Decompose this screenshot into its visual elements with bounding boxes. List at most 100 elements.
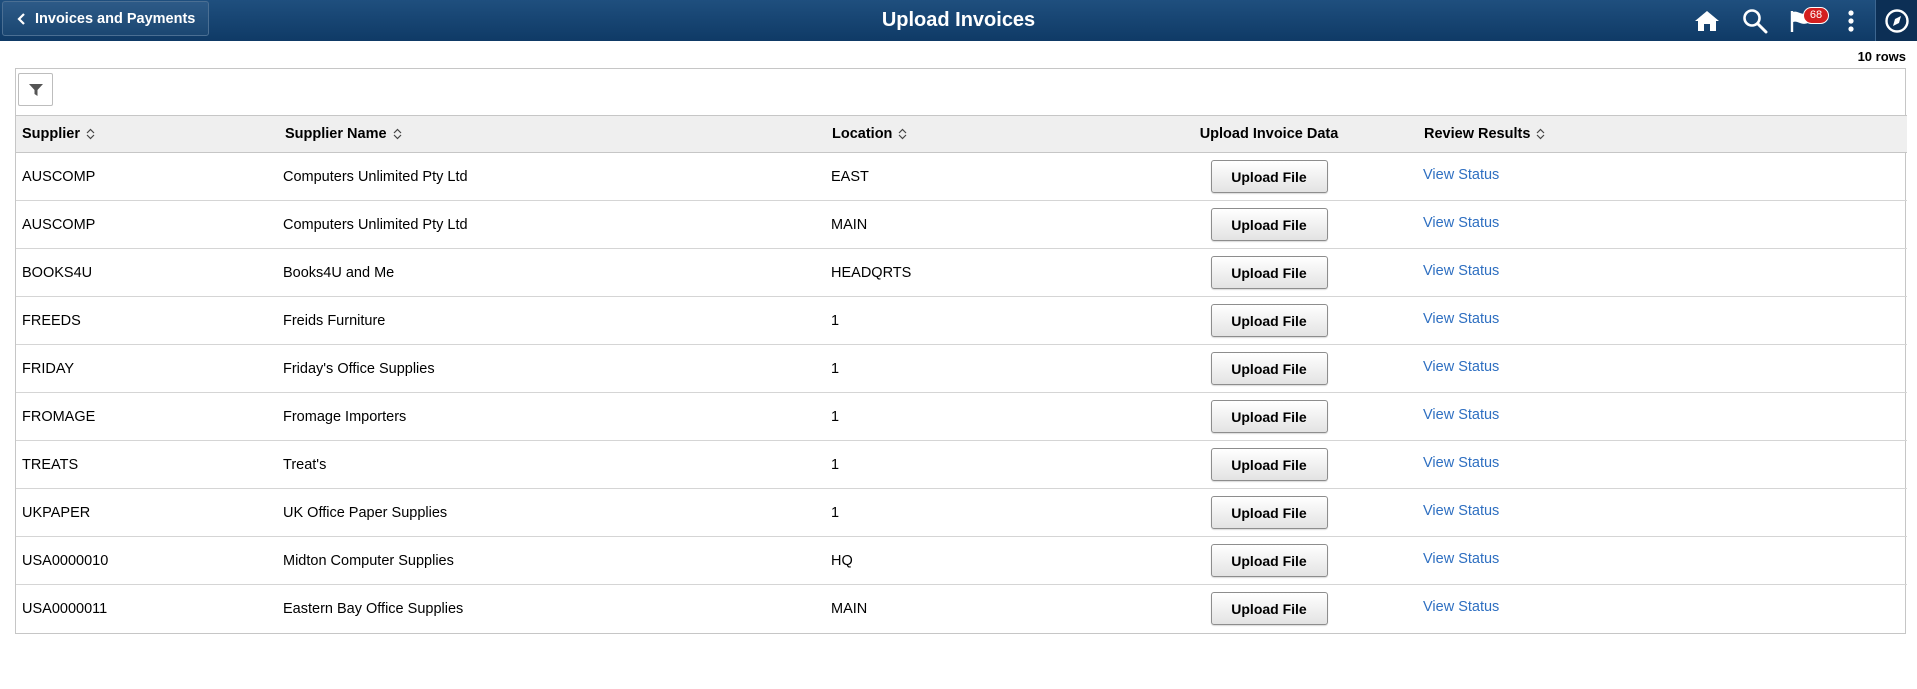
view-status-link[interactable]: View Status xyxy=(1423,455,1499,471)
table-header-row: Supplier Supplier Name Location Upload I… xyxy=(16,115,1907,153)
supplier-name-cell: Fromage Importers xyxy=(283,408,407,425)
column-header-label: Review Results xyxy=(1424,126,1531,142)
table-row: FREEDS Freids Furniture 1 Upload File Vi… xyxy=(16,297,1907,345)
actions-menu-button[interactable] xyxy=(1843,7,1859,35)
supplier-name-cell: Books4U and Me xyxy=(283,264,395,281)
supplier-name-cell: Computers Unlimited Pty Ltd xyxy=(283,168,468,185)
column-header-review-results[interactable]: Review Results xyxy=(1412,115,1907,153)
sort-icon xyxy=(1536,128,1545,140)
review-cell: View Status xyxy=(1412,297,1907,345)
view-status-link[interactable]: View Status xyxy=(1423,407,1499,423)
supplier-cell: UKPAPER xyxy=(22,504,91,521)
view-status-link[interactable]: View Status xyxy=(1423,503,1499,519)
sort-icon xyxy=(898,128,907,140)
supplier-name-cell: Midton Computer Supplies xyxy=(283,552,454,569)
upload-file-button[interactable]: Upload File xyxy=(1210,496,1328,529)
upload-file-button[interactable]: Upload File xyxy=(1210,256,1328,289)
upload-file-button[interactable]: Upload File xyxy=(1210,352,1328,385)
supplier-cell: USA0000010 xyxy=(22,552,109,569)
supplier-cell: AUSCOMP xyxy=(22,216,96,233)
view-status-link[interactable]: View Status xyxy=(1423,167,1499,183)
back-button[interactable]: Invoices and Payments xyxy=(2,1,210,36)
location-cell: MAIN xyxy=(831,216,868,233)
supplier-cell: FREEDS xyxy=(22,312,81,329)
upload-file-button[interactable]: Upload File xyxy=(1210,304,1328,337)
compass-icon xyxy=(1884,8,1909,33)
column-header-supplier[interactable]: Supplier xyxy=(16,115,283,153)
more-vertical-icon xyxy=(1848,10,1854,32)
upload-file-button[interactable]: Upload File xyxy=(1210,448,1328,481)
table-row: USA0000011 Eastern Bay Office Supplies M… xyxy=(16,585,1907,633)
table-row: FROMAGE Fromage Importers 1 Upload File … xyxy=(16,393,1907,441)
view-status-link[interactable]: View Status xyxy=(1423,551,1499,567)
location-cell: 1 xyxy=(831,360,840,377)
sort-icon xyxy=(86,128,95,140)
notification-count-badge: 68 xyxy=(1803,7,1829,24)
upload-cell: Upload File xyxy=(1126,249,1412,297)
location-cell: 1 xyxy=(831,504,840,521)
supplier-cell: FROMAGE xyxy=(22,408,96,425)
location-cell: MAIN xyxy=(831,600,868,617)
upload-cell: Upload File xyxy=(1126,441,1412,489)
review-cell: View Status xyxy=(1412,153,1907,201)
review-cell: View Status xyxy=(1412,441,1907,489)
upload-file-button[interactable]: Upload File xyxy=(1210,208,1328,241)
navbar-button[interactable] xyxy=(1875,0,1917,41)
supplier-cell: AUSCOMP xyxy=(22,168,96,185)
column-header-label: Location xyxy=(832,126,893,142)
search-button[interactable] xyxy=(1741,7,1769,35)
chevron-left-icon xyxy=(17,12,25,25)
upload-cell: Upload File xyxy=(1126,489,1412,537)
upload-cell: Upload File xyxy=(1126,297,1412,345)
table-row: AUSCOMP Computers Unlimited Pty Ltd MAIN… xyxy=(16,201,1907,249)
supplier-name-cell: UK Office Paper Supplies xyxy=(283,504,448,521)
page-header: Invoices and Payments Upload Invoices 68 xyxy=(0,0,1917,41)
location-cell: HQ xyxy=(831,552,853,569)
review-cell: View Status xyxy=(1412,585,1907,633)
view-status-link[interactable]: View Status xyxy=(1423,215,1499,231)
home-button[interactable] xyxy=(1693,7,1721,35)
view-status-link[interactable]: View Status xyxy=(1423,263,1499,279)
upload-file-button[interactable]: Upload File xyxy=(1210,400,1328,433)
upload-cell: Upload File xyxy=(1126,345,1412,393)
upload-cell: Upload File xyxy=(1126,201,1412,249)
column-header-location[interactable]: Location xyxy=(831,115,1126,153)
table-row: TREATS Treat's 1 Upload File View Status xyxy=(16,441,1907,489)
table-row: USA0000010 Midton Computer Supplies HQ U… xyxy=(16,537,1907,585)
table-row: UKPAPER UK Office Paper Supplies 1 Uploa… xyxy=(16,489,1907,537)
upload-file-button[interactable]: Upload File xyxy=(1210,592,1328,626)
supplier-cell: USA0000011 xyxy=(22,600,108,617)
supplier-name-cell: Freids Furniture xyxy=(283,312,386,329)
view-status-link[interactable]: View Status xyxy=(1423,599,1499,615)
column-header-label: Upload Invoice Data xyxy=(1199,126,1339,142)
sort-icon xyxy=(393,128,401,140)
table-row: BOOKS4U Books4U and Me HEADQRTS Upload F… xyxy=(16,249,1907,297)
upload-file-button[interactable]: Upload File xyxy=(1210,160,1328,193)
location-cell: 1 xyxy=(831,456,840,473)
column-header-label: Supplier xyxy=(22,126,81,142)
supplier-name-cell: Treat's xyxy=(283,456,327,473)
upload-file-button[interactable]: Upload File xyxy=(1210,544,1328,577)
review-cell: View Status xyxy=(1412,393,1907,441)
page-title: Upload Invoices xyxy=(881,9,1036,31)
supplier-name-cell: Eastern Bay Office Supplies xyxy=(283,600,464,617)
table-row: AUSCOMP Computers Unlimited Pty Ltd EAST… xyxy=(16,153,1907,201)
location-cell: EAST xyxy=(831,168,869,185)
column-header-label: Supplier Name xyxy=(285,126,387,142)
supplier-name-cell: Friday's Office Supplies xyxy=(283,360,435,377)
location-cell: 1 xyxy=(831,312,840,329)
review-cell: View Status xyxy=(1412,537,1907,585)
row-count: 10 rows xyxy=(1857,49,1906,64)
column-header-upload-invoice-data: Upload Invoice Data xyxy=(1126,115,1412,153)
filter-button[interactable] xyxy=(18,73,53,106)
upload-cell: Upload File xyxy=(1126,537,1412,585)
filter-icon xyxy=(28,83,43,96)
column-header-supplier-name[interactable]: Supplier Name xyxy=(283,115,831,153)
view-status-link[interactable]: View Status xyxy=(1423,311,1499,327)
review-cell: View Status xyxy=(1412,345,1907,393)
view-status-link[interactable]: View Status xyxy=(1423,359,1499,375)
grid-toolbar xyxy=(16,69,1905,115)
review-cell: View Status xyxy=(1412,201,1907,249)
review-cell: View Status xyxy=(1412,489,1907,537)
supplier-table: Supplier Supplier Name Location Upload I… xyxy=(16,115,1907,633)
